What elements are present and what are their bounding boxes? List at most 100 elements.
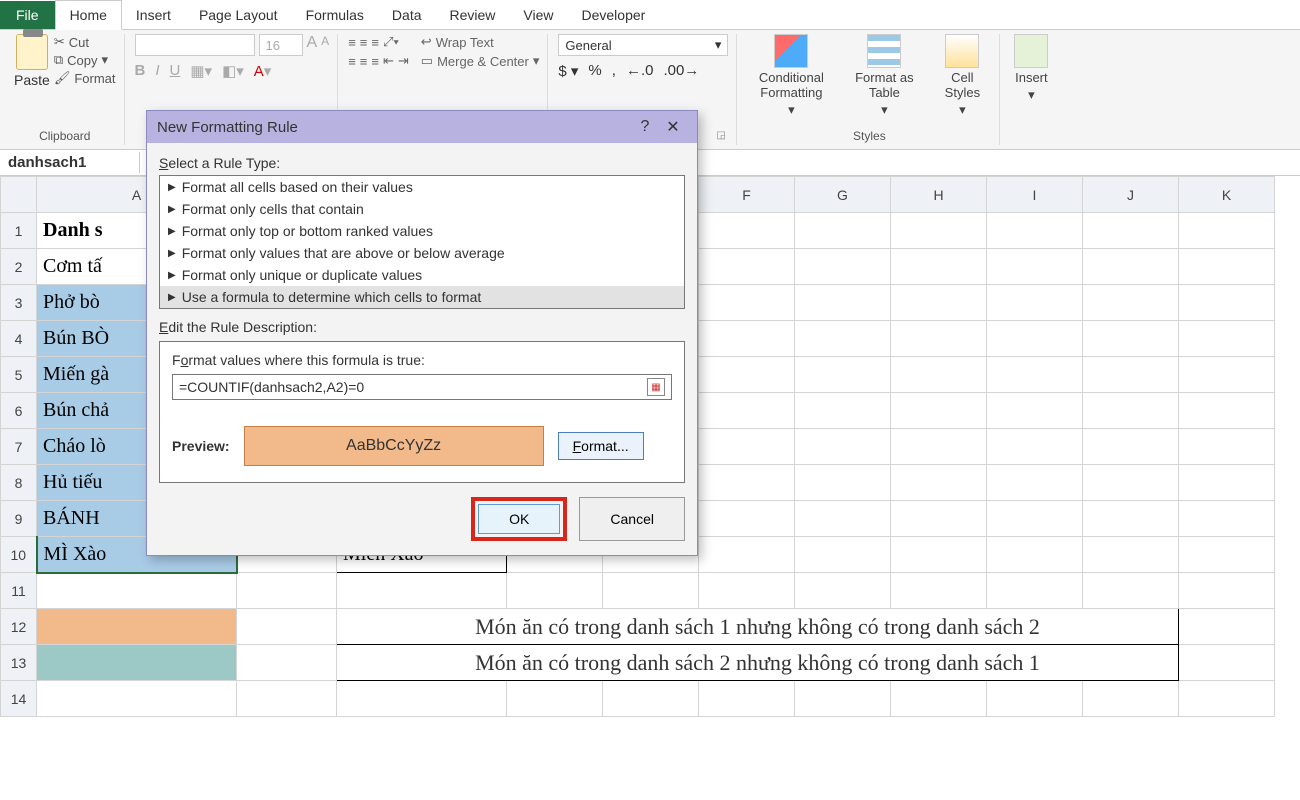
tab-developer[interactable]: Developer xyxy=(568,1,660,29)
range-selector-icon[interactable]: ▦ xyxy=(647,378,665,396)
row-header[interactable]: 12 xyxy=(1,609,37,645)
cut-button[interactable]: ✂Cut xyxy=(54,34,116,50)
merge-icon: ▭ xyxy=(421,53,433,69)
row-header[interactable]: 4 xyxy=(1,321,37,357)
name-box[interactable]: danhsach1 xyxy=(0,152,140,173)
align-middle-icon[interactable]: ≡ xyxy=(360,35,368,50)
group-cells: Insert▾ xyxy=(1002,34,1060,145)
row-header[interactable]: 7 xyxy=(1,429,37,465)
row-header[interactable]: 10 xyxy=(1,537,37,573)
decrease-decimal-button[interactable]: .00→ xyxy=(663,62,699,80)
insert-cells-button[interactable]: Insert▾ xyxy=(1010,34,1052,103)
rule-type-item[interactable]: ▶Format only cells that contain xyxy=(160,198,684,220)
tab-review[interactable]: Review xyxy=(436,1,510,29)
fill-color-button[interactable]: ◧▾ xyxy=(222,62,244,80)
merge-center-button[interactable]: ▭Merge & Center ▾ xyxy=(421,53,540,69)
col-header[interactable]: J xyxy=(1083,177,1179,213)
number-launcher-icon[interactable]: ◲ xyxy=(716,130,886,141)
bold-button[interactable]: B xyxy=(135,62,146,80)
row-header[interactable]: 8 xyxy=(1,465,37,501)
legend-swatch-orange xyxy=(37,609,237,645)
tab-data[interactable]: Data xyxy=(378,1,436,29)
font-color-button[interactable]: A▾ xyxy=(254,62,272,80)
wrap-text-icon: ↩ xyxy=(421,34,432,50)
dec-indent-icon[interactable]: ⇤ xyxy=(383,53,394,69)
row-header[interactable]: 6 xyxy=(1,393,37,429)
select-rule-type-label: Select a Rule Type: xyxy=(159,155,685,171)
underline-button[interactable]: U xyxy=(170,62,181,80)
wrap-text-button[interactable]: ↩Wrap Text xyxy=(421,34,540,50)
dialog-title: New Formatting Rule xyxy=(157,119,298,136)
table-icon xyxy=(867,34,901,68)
rule-type-item[interactable]: ▶Format all cells based on their values xyxy=(160,176,684,198)
align-top-icon[interactable]: ≡ xyxy=(348,35,356,50)
col-header[interactable]: I xyxy=(987,177,1083,213)
align-left-icon[interactable]: ≡ xyxy=(348,54,356,69)
col-header[interactable]: G xyxy=(795,177,891,213)
legend-swatch-teal xyxy=(37,645,237,681)
cell-styles-button[interactable]: Cell Styles▾ xyxy=(933,34,991,118)
ok-highlight: OK xyxy=(471,497,567,541)
close-button[interactable]: ✕ xyxy=(659,117,687,137)
increase-decimal-button[interactable]: ←.0 xyxy=(626,62,654,80)
conditional-formatting-icon xyxy=(774,34,808,68)
row-header[interactable]: 2 xyxy=(1,249,37,285)
italic-button[interactable]: I xyxy=(155,62,159,80)
dialog-titlebar[interactable]: New Formatting Rule ? ✕ xyxy=(147,111,697,143)
format-as-table-button[interactable]: Format as Table▾ xyxy=(845,34,923,118)
rule-type-list[interactable]: ▶Format all cells based on their values … xyxy=(159,175,685,309)
legend-text: Món ăn có trong danh sách 1 nhưng không … xyxy=(337,609,1179,645)
col-header[interactable]: K xyxy=(1179,177,1275,213)
paste-button[interactable]: Paste xyxy=(14,34,50,88)
tab-view[interactable]: View xyxy=(509,1,567,29)
rule-type-item-selected[interactable]: ▶Use a formula to determine which cells … xyxy=(160,286,684,308)
orientation-icon[interactable]: ⤢▾ xyxy=(383,34,399,50)
border-button[interactable]: ▦▾ xyxy=(190,62,212,80)
chevron-down-icon: ▾ xyxy=(101,52,108,68)
align-center-icon[interactable]: ≡ xyxy=(360,54,368,69)
font-size-combo[interactable]: 16 xyxy=(259,34,303,56)
number-format-combo[interactable]: General▾ xyxy=(558,34,728,56)
row-header[interactable]: 13 xyxy=(1,645,37,681)
comma-button[interactable]: , xyxy=(612,62,616,80)
col-header[interactable]: H xyxy=(891,177,987,213)
tab-file[interactable]: File xyxy=(0,1,55,29)
chevron-down-icon: ▾ xyxy=(715,37,722,53)
row-header[interactable]: 1 xyxy=(1,213,37,249)
grow-font-icon[interactable]: A xyxy=(307,34,318,56)
group-title-clipboard: Clipboard xyxy=(14,127,116,143)
format-button[interactable]: Format... xyxy=(558,432,644,460)
insert-icon xyxy=(1014,34,1048,68)
tab-formulas[interactable]: Formulas xyxy=(292,1,378,29)
row-header[interactable]: 3 xyxy=(1,285,37,321)
rule-type-item[interactable]: ▶Format only top or bottom ranked values xyxy=(160,220,684,242)
align-bottom-icon[interactable]: ≡ xyxy=(371,35,379,50)
format-painter-button[interactable]: 🖌Format xyxy=(54,70,116,86)
help-button[interactable]: ? xyxy=(631,118,659,136)
copy-button[interactable]: ⧉Copy ▾ xyxy=(54,52,116,68)
row-header[interactable]: 5 xyxy=(1,357,37,393)
tab-home[interactable]: Home xyxy=(55,0,122,30)
chevron-down-icon: ▾ xyxy=(881,102,888,118)
percent-button[interactable]: % xyxy=(588,62,601,80)
group-clipboard: Paste ✂Cut ⧉Copy ▾ 🖌Format Clipboard xyxy=(6,34,125,145)
cancel-button[interactable]: Cancel xyxy=(579,497,685,541)
ok-button[interactable]: OK xyxy=(478,504,560,534)
new-formatting-rule-dialog: New Formatting Rule ? ✕ Select a Rule Ty… xyxy=(146,110,698,556)
row-header[interactable]: 9 xyxy=(1,501,37,537)
align-right-icon[interactable]: ≡ xyxy=(371,54,379,69)
rule-type-item[interactable]: ▶Format only unique or duplicate values xyxy=(160,264,684,286)
rule-type-item[interactable]: ▶Format only values that are above or be… xyxy=(160,242,684,264)
currency-button[interactable]: $ ▾ xyxy=(558,62,578,80)
font-name-combo[interactable] xyxy=(135,34,255,56)
tab-insert[interactable]: Insert xyxy=(122,1,185,29)
formula-input[interactable]: =COUNTIF(danhsach2,A2)=0 ▦ xyxy=(172,374,672,400)
shrink-font-icon[interactable]: A xyxy=(321,34,329,56)
chevron-down-icon: ▾ xyxy=(788,102,795,118)
row-header[interactable]: 11 xyxy=(1,573,37,609)
conditional-formatting-button[interactable]: Conditional Formatting▾ xyxy=(747,34,835,118)
tab-page-layout[interactable]: Page Layout xyxy=(185,1,292,29)
inc-indent-icon[interactable]: ⇥ xyxy=(398,53,409,69)
row-header[interactable]: 14 xyxy=(1,681,37,717)
col-header[interactable]: F xyxy=(699,177,795,213)
